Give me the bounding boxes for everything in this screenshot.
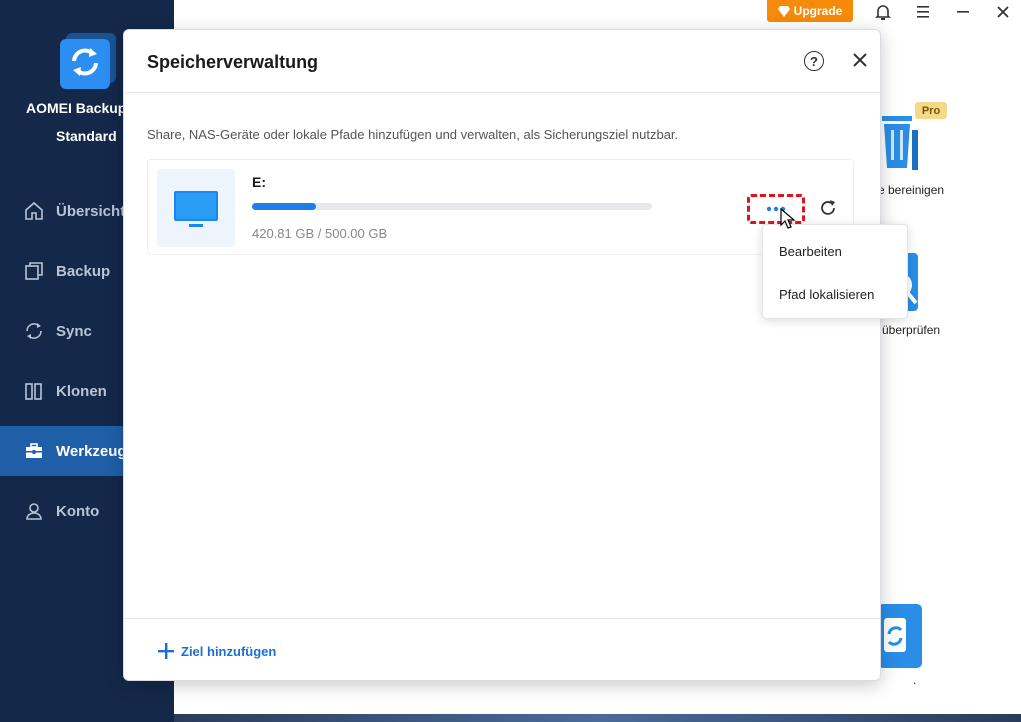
toolbox-icon <box>26 443 42 458</box>
monitor-icon <box>174 191 218 227</box>
bell-icon[interactable] <box>873 2 893 22</box>
tool-label: e bereinigen <box>878 183 945 197</box>
refresh-icon[interactable] <box>817 197 839 219</box>
sidebar-item-label: Übersicht <box>56 203 126 220</box>
dialog-header: Speicherverwaltung ? <box>124 30 880 93</box>
pro-badge: Pro <box>915 102 947 119</box>
context-menu: Bearbeiten Pfad lokalisieren <box>762 224 908 319</box>
user-icon <box>26 503 42 520</box>
home-icon <box>25 201 43 220</box>
storage-manager-dialog: Speicherverwaltung ? Share, NAS-Geräte o… <box>123 29 881 681</box>
trash-icon[interactable] <box>878 110 920 170</box>
sync-icon <box>26 323 42 339</box>
tool-label: überprüfen <box>882 323 941 337</box>
close-icon[interactable] <box>850 50 870 70</box>
drive-size: 420.81 GB / 500.00 GB <box>252 226 388 241</box>
drive-name: E: <box>252 174 266 190</box>
sidebar-item-label: Backup <box>56 263 111 280</box>
recovery-media-icon[interactable] <box>878 604 924 670</box>
dialog-title: Speicherverwaltung <box>147 52 319 72</box>
app-edition: Standard <box>56 128 117 144</box>
dialog-footer: Ziel hinzufügen <box>124 618 880 680</box>
backup-icon <box>25 262 43 280</box>
upgrade-label: Upgrade <box>793 4 843 18</box>
drive-thumbnail <box>157 169 235 247</box>
diamond-icon <box>777 5 790 17</box>
close-window-icon[interactable] <box>993 2 1013 22</box>
menu-item-locate-path[interactable]: Pfad lokalisieren <box>779 287 874 302</box>
add-target-button[interactable]: Ziel hinzufügen <box>157 642 276 660</box>
sidebar-item-label: Klonen <box>56 383 107 400</box>
minimize-icon[interactable] <box>953 2 973 22</box>
plus-icon <box>158 643 174 659</box>
mouse-cursor-icon <box>780 208 796 229</box>
app-logo <box>60 33 116 89</box>
usage-bar-fill <box>252 203 316 210</box>
usage-bar <box>252 203 652 210</box>
upgrade-button[interactable]: Upgrade <box>767 0 853 22</box>
sidebar-item-label: Konto <box>56 503 100 520</box>
more-options-button[interactable] <box>747 194 805 224</box>
tool-label: . <box>913 673 917 687</box>
dialog-description: Share, NAS-Geräte oder lokale Pfade hinz… <box>147 127 679 142</box>
help-icon[interactable]: ? <box>804 51 824 71</box>
menu-icon[interactable] <box>913 2 933 22</box>
taskbar-strip <box>174 714 1021 722</box>
clone-icon <box>25 383 42 400</box>
storage-item[interactable]: E: 420.81 GB / 500.00 GB <box>147 159 854 255</box>
sidebar-item-label: Sync <box>56 323 92 340</box>
add-target-label: Ziel hinzufügen <box>181 643 277 659</box>
menu-item-edit[interactable]: Bearbeiten <box>779 244 842 259</box>
